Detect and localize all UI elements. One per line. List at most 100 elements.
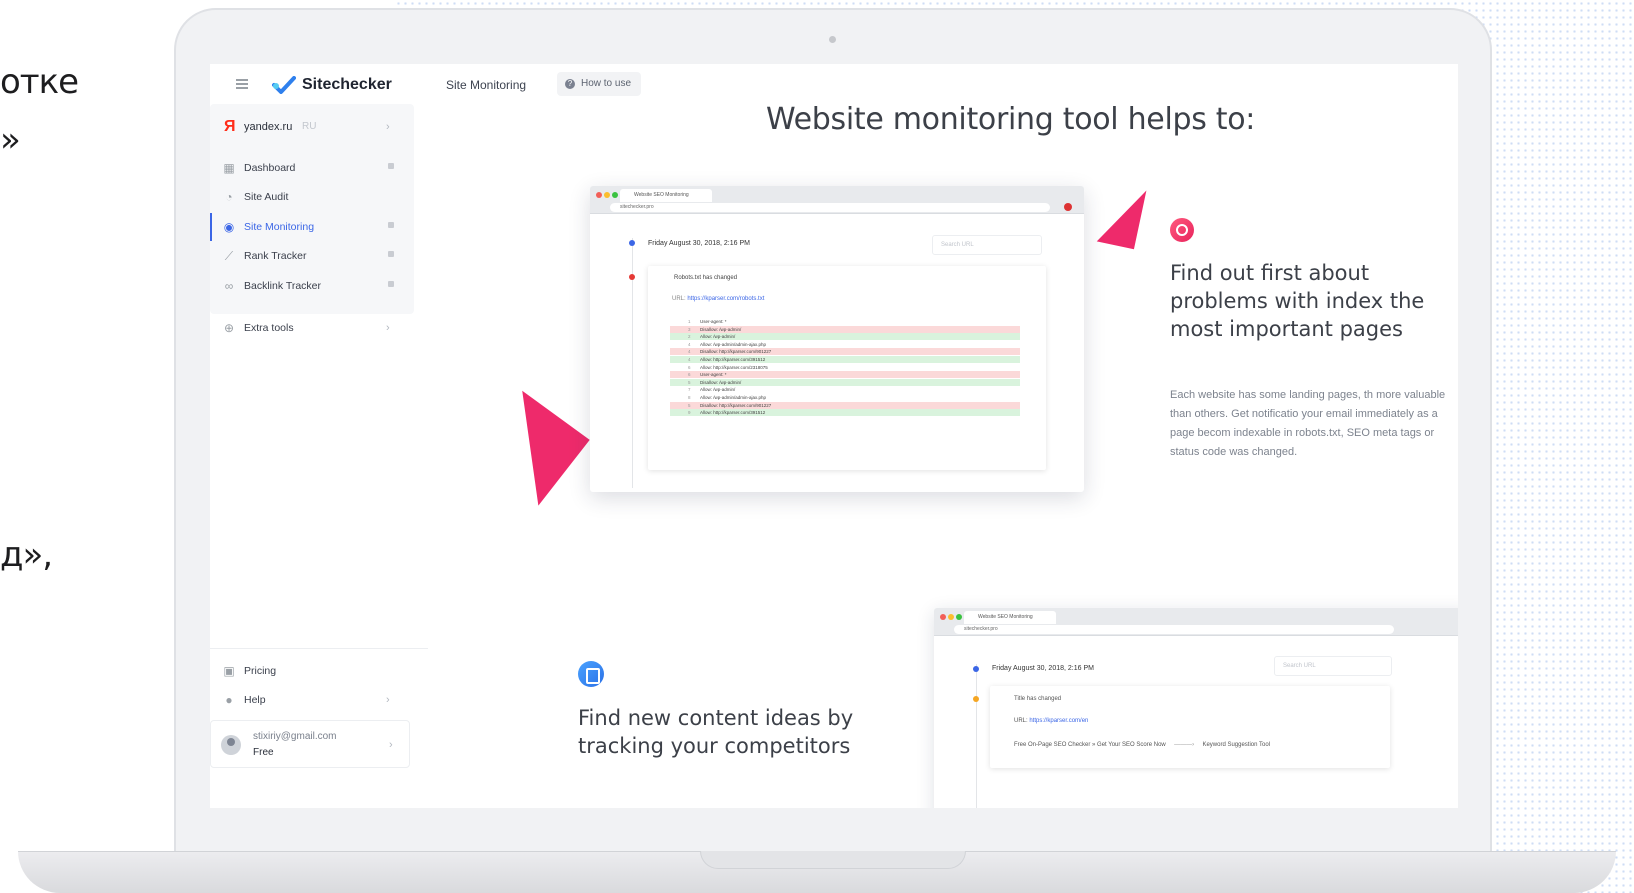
lock-icon	[388, 281, 394, 287]
card-url: URL: https://kparser.com/robots.txt	[672, 296, 765, 302]
code-line: 4 Allow: /wp-admin/admin-ajax.php	[688, 341, 767, 347]
window-dot	[612, 192, 618, 198]
code-line: 5 Disallow: http://kparser.com/901227	[670, 401, 1020, 409]
question-icon: ?	[565, 79, 575, 89]
nav-label: Site Audit	[244, 191, 289, 203]
robots-change-preview: Website SEO Monitoring sitechecker.pro F…	[590, 186, 1084, 492]
feature-title: Find new content ideas by tracking your …	[578, 706, 854, 758]
browser-chrome: Website SEO Monitoring sitechecker.pro	[934, 608, 1458, 636]
user-account[interactable]: stixiriy@gmail.com Free ›	[210, 720, 410, 768]
chevron-right-icon: ›	[389, 739, 393, 751]
document-icon	[578, 661, 604, 687]
cropped-text-1: отке	[0, 62, 79, 102]
nav-help[interactable]: ● Help ›	[210, 686, 414, 714]
code-line: 9 Allow: http://kparser.com/391512	[670, 409, 1020, 417]
avatar	[221, 735, 241, 755]
chevron-right-icon: ›	[386, 322, 390, 334]
monitoring-icon: ◉	[223, 220, 235, 234]
nav-pricing[interactable]: ▣ Pricing	[210, 657, 414, 685]
address-bar: sitechecker.pro	[954, 625, 1394, 634]
pricing-icon: ▣	[223, 664, 235, 678]
change-card: Title has changed URL: https://kparser.c…	[990, 686, 1390, 768]
code-line: 6 Allow: http://kparser.com/2318075	[688, 364, 768, 370]
page-headline: Website monitoring tool helps to:	[766, 102, 1256, 137]
search-url-input: Search URL	[932, 235, 1042, 255]
webcam	[829, 36, 836, 43]
grid-icon: ▦	[223, 161, 235, 175]
window-dot	[596, 192, 602, 198]
gauge-icon: ◔	[225, 190, 233, 204]
browser-tab: Website SEO Monitoring	[620, 189, 712, 202]
code-line: 4 Allow: http://kparser.com/391512	[670, 356, 1020, 363]
site-selector[interactable]: Я yandex.ru RU ›	[210, 110, 414, 146]
nav-site-monitoring[interactable]: ◉ Site Monitoring	[210, 213, 414, 241]
title-change-preview: Website SEO Monitoring sitechecker.pro F…	[934, 608, 1458, 808]
plus-circle-icon: ⊕	[223, 321, 235, 335]
timeline-dot	[973, 696, 979, 702]
laptop-notch	[700, 851, 966, 869]
code-line: 7 Allow: /wp-admin/	[688, 387, 736, 393]
app-logo[interactable]: Sitechecker	[302, 76, 392, 94]
code-line: 6 User-agent: *	[670, 371, 1020, 379]
nav-backlink-tracker[interactable]: ∞ Backlink Tracker	[210, 272, 414, 300]
code-line: 3 Disallow: /wp-admin/	[670, 325, 1020, 333]
cropped-text-3: д»,	[0, 535, 53, 575]
yandex-icon: Я	[224, 118, 236, 135]
browser-chrome: Website SEO Monitoring sitechecker.pro	[590, 186, 1084, 214]
how-to-use-button[interactable]: ? How to use	[557, 72, 642, 96]
timeline	[976, 664, 977, 808]
help-icon: ●	[225, 693, 233, 707]
site-lang: RU	[302, 121, 317, 132]
card-title: Robots.txt has changed	[674, 275, 738, 281]
chevron-right-icon: ›	[386, 121, 390, 133]
timeline-dot	[629, 240, 635, 246]
event-date: Friday August 30, 2018, 2:16 PM	[648, 240, 750, 247]
lock-icon	[388, 163, 394, 169]
card-url: URL: https://kparser.com/en	[1014, 718, 1089, 724]
card-title: Title has changed	[1014, 696, 1062, 702]
code-line: 4 Disallow: http://kparser.com/901227	[670, 348, 1020, 356]
user-email: stixiriy@gmail.com	[253, 731, 337, 742]
browser-tab: Website SEO Monitoring	[964, 611, 1056, 624]
window-dot	[604, 192, 610, 198]
title-diff: Free On-Page SEO Checker » Get Your SEO …	[1014, 742, 1271, 748]
window-dot	[948, 614, 954, 620]
feature-description: Each website has some landing pages, th …	[1170, 389, 1446, 458]
timeline-dot	[629, 274, 635, 280]
user-plan: Free	[253, 747, 274, 758]
logo-check-icon	[272, 76, 296, 94]
nav-label: Pricing	[244, 665, 277, 677]
how-to-use-label: How to use	[581, 78, 632, 89]
nav-extra-tools[interactable]: ⊕ Extra tools ›	[210, 314, 414, 342]
code-line: 2 Allow: /wp-admin/	[670, 333, 1020, 341]
code-line: 5 Disallow: /wp-admin/	[670, 378, 1020, 386]
cropped-text-2: »	[0, 120, 21, 160]
app-screen: Sitechecker Site Monitoring ? How to use…	[210, 64, 1458, 808]
record-icon	[1064, 203, 1072, 211]
chevron-right-icon: ›	[386, 694, 390, 706]
feature-title: Find out first about problems with index…	[1170, 261, 1425, 341]
sidebar: Я yandex.ru RU › ▦ Dashboard ◔ Site Audi…	[210, 104, 428, 808]
change-card: Robots.txt has changed URL: https://kpar…	[648, 266, 1046, 470]
breadcrumb: Site Monitoring	[446, 78, 527, 92]
nav-rank-tracker[interactable]: ⟋ Rank Tracker	[210, 242, 414, 270]
divider	[210, 648, 428, 649]
hamburger-icon[interactable]	[236, 79, 248, 89]
nav-dashboard[interactable]: ▦ Dashboard	[210, 154, 414, 182]
timeline-dot	[973, 666, 979, 672]
lock-icon	[388, 222, 394, 228]
address-bar: sitechecker.pro	[610, 203, 1050, 212]
code-line: 1 User-agent: *	[688, 319, 727, 324]
trend-icon: ⟋	[224, 249, 234, 263]
nav-label: Help	[244, 694, 266, 706]
search-url-input: Search URL	[1274, 656, 1392, 676]
nav-label: Dashboard	[244, 162, 296, 174]
nav-label: Extra tools	[244, 322, 294, 334]
window-dot	[940, 614, 946, 620]
lock-icon	[388, 251, 394, 257]
event-date: Friday August 30, 2018, 2:16 PM	[992, 665, 1094, 672]
nav-label: Rank Tracker	[244, 250, 307, 262]
window-dot	[956, 614, 962, 620]
nav-site-audit[interactable]: ◔ Site Audit	[210, 183, 414, 211]
search-icon	[1170, 218, 1194, 242]
